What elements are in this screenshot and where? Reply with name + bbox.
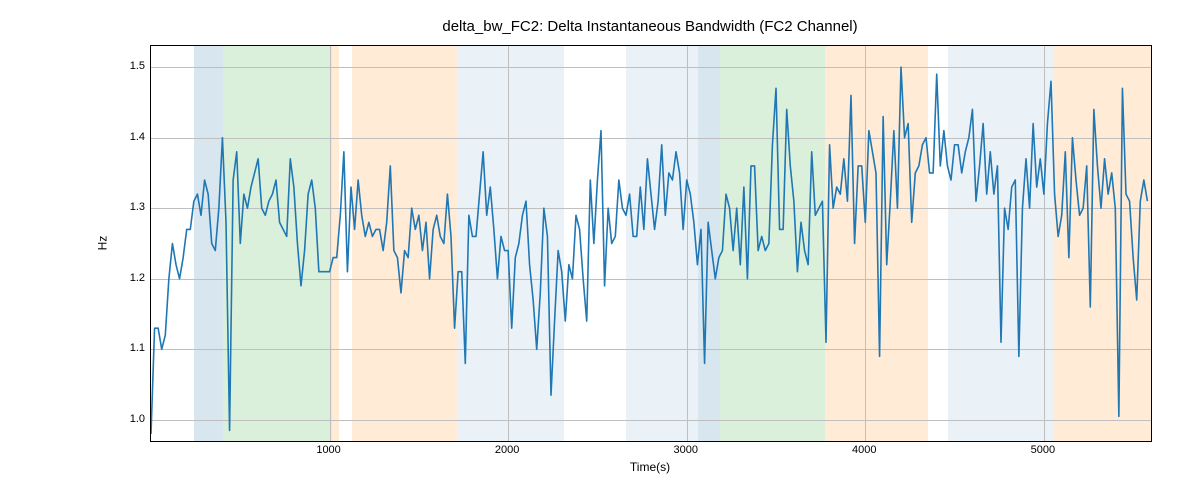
x-tick-label: 4000 bbox=[852, 444, 876, 456]
line-series bbox=[151, 46, 1151, 441]
data-line bbox=[151, 67, 1147, 434]
y-tick-label: 1.1 bbox=[130, 342, 145, 354]
plot-area bbox=[150, 45, 1152, 442]
y-axis-label: Hz bbox=[95, 45, 110, 440]
chart-title: delta_bw_FC2: Delta Instantaneous Bandwi… bbox=[150, 18, 1150, 35]
y-tick-label: 1.3 bbox=[130, 201, 145, 213]
y-tick-label: 1.4 bbox=[130, 131, 145, 143]
x-tick-label: 5000 bbox=[1031, 444, 1055, 456]
y-tick-label: 1.0 bbox=[130, 413, 145, 425]
x-tick-label: 1000 bbox=[316, 444, 340, 456]
x-tick-label: 3000 bbox=[673, 444, 697, 456]
y-tick-label: 1.2 bbox=[130, 272, 145, 284]
x-axis-label: Time(s) bbox=[150, 460, 1150, 474]
x-tick-label: 2000 bbox=[495, 444, 519, 456]
chart-container bbox=[150, 45, 1150, 440]
y-tick-label: 1.5 bbox=[130, 60, 145, 72]
